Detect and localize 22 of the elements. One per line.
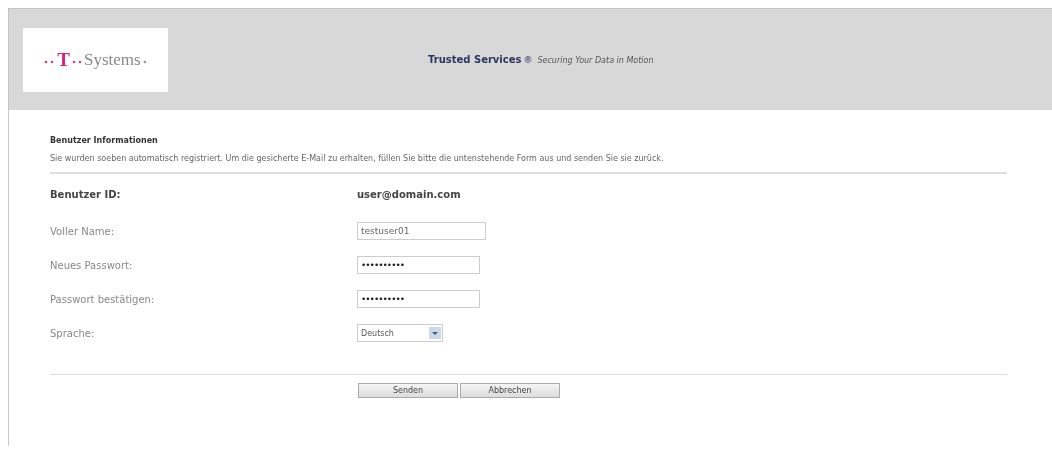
password-field[interactable]: •••••••••• (357, 290, 480, 308)
site-title: Trusted Services (428, 54, 522, 65)
logo-text: Systems (84, 49, 141, 70)
logo-mark: T (57, 48, 70, 71)
language-dropdown[interactable]: Deutsch (357, 324, 443, 342)
field-label: Benutzer ID: (50, 188, 122, 200)
intro-text: Sie wurden soeben automatisch registriert. Um die gesicherte E-Mail zu erhalten, füllen Sie bitte die untenstehende Form aus und senden Sie sie zurück. (50, 154, 665, 163)
password-field[interactable]: •••••••••• (357, 256, 480, 274)
cancel-button[interactable]: Abbrechen (460, 383, 560, 398)
dots-icon (71, 59, 83, 64)
field-label: Voller Name: (50, 225, 116, 237)
tagline: Securing Your Data in Motion (537, 56, 654, 65)
dot-icon (141, 59, 147, 64)
section-title: Benutzer Informationen (50, 136, 159, 145)
input-field[interactable]: testuser01 (357, 222, 486, 240)
field-label: Sprache: (50, 327, 96, 339)
caret-icon (429, 327, 441, 339)
field-label: Passwort bestätigen: (50, 293, 156, 305)
user-id-value: user@domain.com (357, 188, 461, 200)
trademark-mark: ® (523, 55, 533, 65)
field-label: Neues Passwort: (50, 259, 134, 271)
submit-button[interactable]: Senden (358, 383, 458, 398)
